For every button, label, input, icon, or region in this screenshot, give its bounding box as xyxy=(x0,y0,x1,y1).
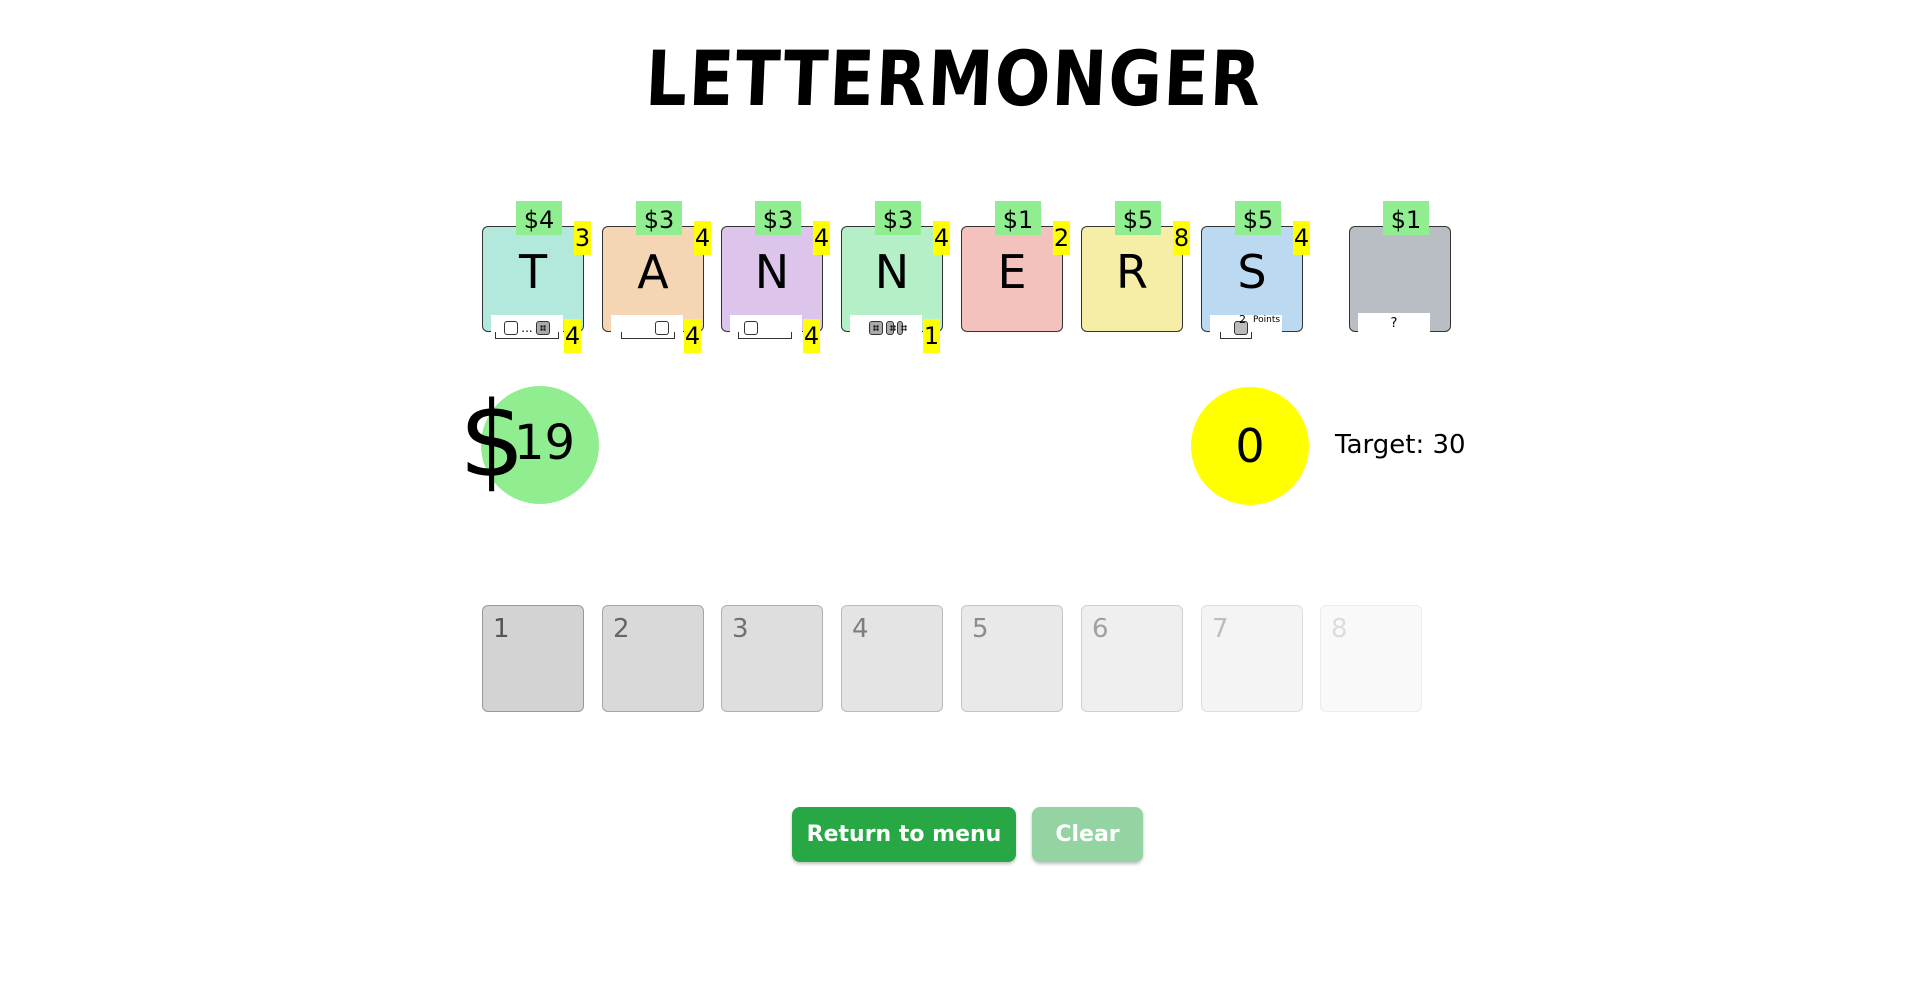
word-slot-6[interactable]: 6 xyxy=(1081,605,1183,712)
tile-letter: R xyxy=(1116,245,1148,299)
word-slot-2[interactable]: 2 xyxy=(602,605,704,712)
shop-tile-2[interactable]: $3 4 A 4 xyxy=(602,201,711,353)
return-to-menu-button[interactable]: Return to menu xyxy=(792,807,1016,862)
ability-label: Points xyxy=(1253,315,1281,325)
tile-letter: S xyxy=(1237,245,1267,299)
tile-ability-count: 1 xyxy=(923,319,940,353)
word-slot-4[interactable]: 4 xyxy=(841,605,943,712)
tile-price: $4 xyxy=(516,201,562,235)
question-mark: ? xyxy=(1390,315,1398,331)
tile-letter: E xyxy=(997,245,1027,299)
slot-number: 6 xyxy=(1092,614,1109,644)
shop-tile-8[interactable]: $1 ? xyxy=(1349,201,1451,333)
tile-letter: N xyxy=(874,245,910,299)
score-circle: 0 xyxy=(1191,387,1309,505)
tile-ability-count: 4 xyxy=(564,319,581,353)
clear-button[interactable]: Clear xyxy=(1032,807,1143,862)
tile-ability-count: 4 xyxy=(803,319,820,353)
shop-tile-4[interactable]: $3 4 N 1 xyxy=(841,201,950,353)
box-two-points-icon: 2 Points xyxy=(1210,313,1282,341)
slot-number: 5 xyxy=(972,614,989,644)
target-label: Target: 30 xyxy=(1335,430,1466,460)
word-slot-1[interactable]: 1 xyxy=(482,605,584,712)
word-slot-7[interactable]: 7 xyxy=(1201,605,1303,712)
word-slot-3[interactable]: 3 xyxy=(721,605,823,712)
tile-letter: A xyxy=(637,245,669,299)
money-value: 19 xyxy=(514,415,576,471)
tile-letter: T xyxy=(518,245,548,299)
slot-number: 3 xyxy=(732,614,749,644)
dice-stack-icon xyxy=(850,315,922,341)
shop-tile-7[interactable]: $5 4 S 2 Points xyxy=(1201,201,1310,341)
mystery-ability: ? xyxy=(1358,313,1430,333)
tile-letter: N xyxy=(754,245,790,299)
slot-number: 1 xyxy=(493,614,510,644)
game-title: LETTERMONGER xyxy=(643,34,1265,123)
tile-price: $3 xyxy=(875,201,921,235)
slot-number: 8 xyxy=(1331,614,1348,644)
shop-tile-5[interactable]: $1 2 E xyxy=(961,201,1070,332)
tile-price: $1 xyxy=(1383,201,1429,235)
box-bracket-icon xyxy=(611,315,683,341)
tile-price: $3 xyxy=(636,201,682,235)
shop-tile-6[interactable]: $5 8 R xyxy=(1081,201,1190,332)
tile-price: $3 xyxy=(755,201,801,235)
shop-tile-1[interactable]: $4 3 T ... 4 xyxy=(482,201,591,353)
slot-number: 2 xyxy=(613,614,630,644)
word-slot-5[interactable]: 5 xyxy=(961,605,1063,712)
shop-tile-3[interactable]: $3 4 N 4 xyxy=(721,201,830,353)
box-one-bracket-icon xyxy=(730,315,802,341)
tile-price: $5 xyxy=(1235,201,1281,235)
slot-number: 7 xyxy=(1212,614,1229,644)
tile-price: $1 xyxy=(995,201,1041,235)
tile-price: $5 xyxy=(1115,201,1161,235)
word-slot-8[interactable]: 8 xyxy=(1320,605,1422,712)
ability-number: 2 xyxy=(1239,313,1246,326)
slot-number: 4 xyxy=(852,614,869,644)
box-dots-dice-icon: ... xyxy=(491,315,563,341)
tile-ability-count: 4 xyxy=(684,319,701,353)
game-screen: LETTERMONGER $4 3 T ... 4 $3 4 A 4 $3 4 … xyxy=(0,0,1908,1002)
